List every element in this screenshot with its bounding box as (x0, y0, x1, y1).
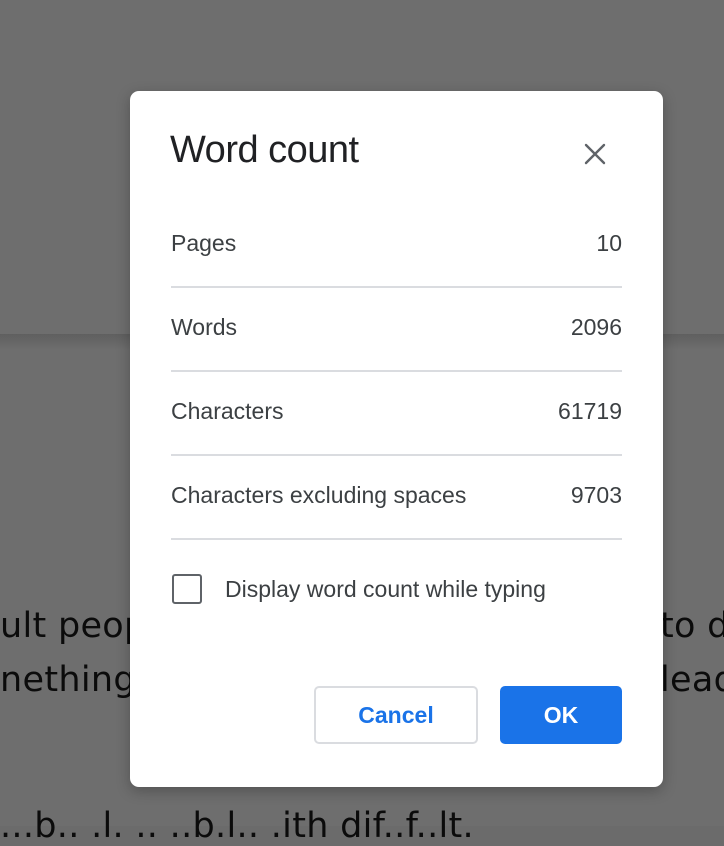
document-text-line: ult peop to d (0, 606, 724, 646)
document-text-line: nething lead (0, 660, 724, 700)
document-text-fragment: ult peop (0, 606, 147, 646)
display-word-count-label[interactable]: Display word count while typing (225, 576, 546, 603)
stat-label: Words (171, 314, 238, 340)
document-text-fragment: ...b.. .l. .. ..b.l.. .ith dif..f..lt. (0, 806, 474, 846)
stats-list: Pages 10 Words 2096 Characters 61719 Cha… (171, 204, 622, 540)
stat-row-characters-excluding-spaces: Characters excluding spaces 9703 (171, 456, 622, 540)
stat-value: 9703 (570, 482, 622, 508)
word-count-dialog: Word count Pages 10 Words 2096 Character… (130, 91, 663, 787)
stat-label: Characters (171, 398, 284, 424)
stat-value: 10 (596, 230, 622, 256)
document-text-fragment: to d (660, 606, 724, 646)
stat-row-words: Words 2096 (171, 288, 622, 372)
stat-value: 61719 (558, 398, 622, 424)
cancel-button[interactable]: Cancel (314, 686, 478, 744)
dialog-title: Word count (170, 129, 359, 171)
stat-row-pages: Pages 10 (171, 204, 622, 288)
stat-row-characters: Characters 61719 (171, 372, 622, 456)
close-button[interactable] (580, 139, 610, 169)
display-word-count-option[interactable]: Display word count while typing (172, 574, 592, 606)
document-text-line: ...b.. .l. .. ..b.l.. .ith dif..f..lt. (0, 806, 474, 846)
stat-label: Pages (171, 230, 237, 256)
display-word-count-checkbox[interactable] (172, 574, 202, 604)
stat-value: 2096 (570, 314, 622, 340)
ok-button[interactable]: OK (500, 686, 622, 744)
document-text-fragment: nething (0, 660, 136, 700)
stat-label: Characters excluding spaces (171, 482, 467, 508)
document-text-fragment: lead (660, 660, 724, 700)
close-icon (584, 143, 606, 165)
